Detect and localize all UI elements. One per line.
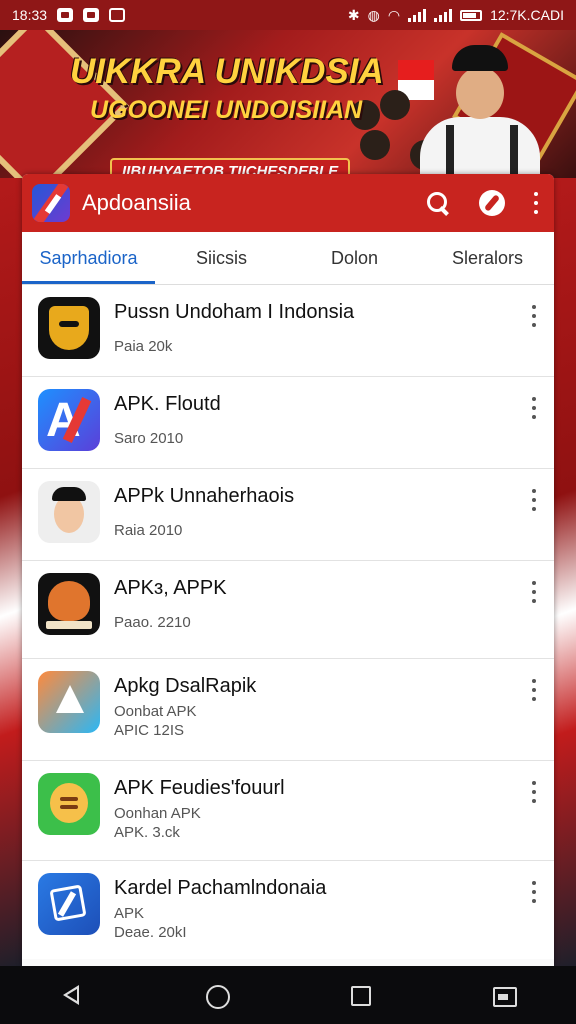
- app-window: Apdoansiia Saprhadiora Siicsis Dolon Sle…: [22, 174, 554, 966]
- list-item[interactable]: Apkg DsalRapik Oonbat APK APIC 12IS: [22, 659, 554, 761]
- compass-icon[interactable]: [478, 189, 506, 217]
- recent-apps-icon[interactable]: [345, 980, 375, 1010]
- vibrate-icon: ◍: [367, 6, 380, 23]
- app-list: Pussn Undoham I Indonsia Paia 20k APK. F…: [22, 285, 554, 959]
- overflow-menu-icon[interactable]: [532, 189, 540, 217]
- app-bar: Apdoansiia: [22, 174, 554, 232]
- banner-title: UIKKRA UNIKDSIA: [70, 52, 384, 91]
- promo-banner[interactable]: UIKKRA UNIKDSIA UGOONEI UNDOISIIAN IIBUH…: [0, 30, 576, 178]
- tiger-icon: [38, 573, 100, 635]
- notification-icon: [57, 8, 74, 22]
- banner-subtitle: UGOONEI UNDOISIIAN: [90, 96, 363, 124]
- list-item[interactable]: Pussn Undoham I Indonsia Paia 20k: [22, 285, 554, 377]
- app-meta: Paao. 2210: [114, 614, 191, 631]
- system-nav-bar: [0, 966, 576, 1024]
- home-icon[interactable]: [201, 980, 231, 1010]
- tab-bar: Saprhadiora Siicsis Dolon Sleralors: [22, 232, 554, 285]
- wifi-icon: ◠: [387, 6, 401, 23]
- app-logo-icon: [32, 184, 70, 222]
- app-meta-2: APIC 12IS: [114, 722, 185, 739]
- more-options-icon[interactable]: [530, 489, 538, 511]
- app-name: Pussn Undoham I Indonsia: [114, 301, 355, 323]
- triangle-play-icon: [38, 671, 100, 733]
- app-name: APK. Floutd: [114, 393, 221, 415]
- mask-icon: [38, 297, 100, 359]
- list-item[interactable]: APK Feudies'fouurl Oonhan APK APK. 3.ck: [22, 761, 554, 861]
- app-name: Apkg DsalRapik: [114, 675, 257, 697]
- more-options-icon[interactable]: [530, 305, 538, 327]
- app-meta: Paia 20k: [114, 338, 173, 355]
- more-options-icon[interactable]: [530, 881, 538, 903]
- clock: 18:33: [12, 7, 48, 23]
- app-meta: Oonhan APK: [114, 805, 201, 822]
- side-decoration-left: [0, 178, 22, 968]
- app-name: APK Feudies'fouurl: [114, 777, 285, 799]
- bluetooth-icon: ✱: [347, 6, 360, 23]
- app-meta: Saro 2010: [114, 430, 184, 447]
- more-options-icon[interactable]: [530, 781, 538, 803]
- side-decoration-right: [554, 178, 576, 968]
- search-icon[interactable]: [424, 189, 452, 217]
- tab-0[interactable]: Saprhadiora: [22, 232, 155, 284]
- list-item[interactable]: APPk Unnaherhaois Raia 2010: [22, 469, 554, 561]
- battery-icon: [460, 9, 483, 21]
- back-icon[interactable]: [57, 980, 87, 1010]
- cartoon-face-icon: [38, 481, 100, 543]
- more-options-icon[interactable]: [530, 397, 538, 419]
- app-name: APPk Unnaherhaois: [114, 485, 295, 507]
- app-meta-2: APK. 3.ck: [114, 824, 180, 841]
- banner-person: [410, 45, 550, 178]
- tab-3[interactable]: Sleralors: [421, 232, 554, 284]
- signal-icon: [408, 8, 427, 22]
- notification-icon-2: [83, 8, 100, 22]
- more-options-icon[interactable]: [530, 679, 538, 701]
- status-bar: 18:33 ✱ ◍ ◠ 12:7K.CADI: [0, 0, 576, 30]
- app-meta: Oonbat APK: [114, 703, 197, 720]
- screenshot-icon[interactable]: [489, 980, 519, 1010]
- app-meta: APK: [114, 905, 145, 922]
- smiling-character-icon: [38, 773, 100, 835]
- list-item[interactable]: APKɜ, APPK Paao. 2210: [22, 561, 554, 659]
- status-right-text: 12:7K.CADI: [490, 7, 564, 23]
- apk-letter-a-icon: [38, 389, 100, 451]
- blue-box-icon: [38, 873, 100, 935]
- list-item[interactable]: Kardel Pachamlndonaia APK Deae. 20kI: [22, 861, 554, 959]
- image-notification-icon: [109, 8, 126, 22]
- app-name: Kardel Pachamlndonaia: [114, 877, 327, 899]
- app-name: APKɜ, APPK: [114, 577, 227, 599]
- app-meta: Raia 2010: [114, 522, 183, 539]
- app-meta-2: Deae. 20kI: [114, 924, 187, 941]
- list-item[interactable]: APK. Floutd Saro 2010: [22, 377, 554, 469]
- signal-icon-2: [434, 8, 453, 22]
- tab-2[interactable]: Dolon: [288, 232, 421, 284]
- app-title: Apdoansiia: [82, 190, 191, 215]
- tab-1[interactable]: Siicsis: [155, 232, 288, 284]
- more-options-icon[interactable]: [530, 581, 538, 603]
